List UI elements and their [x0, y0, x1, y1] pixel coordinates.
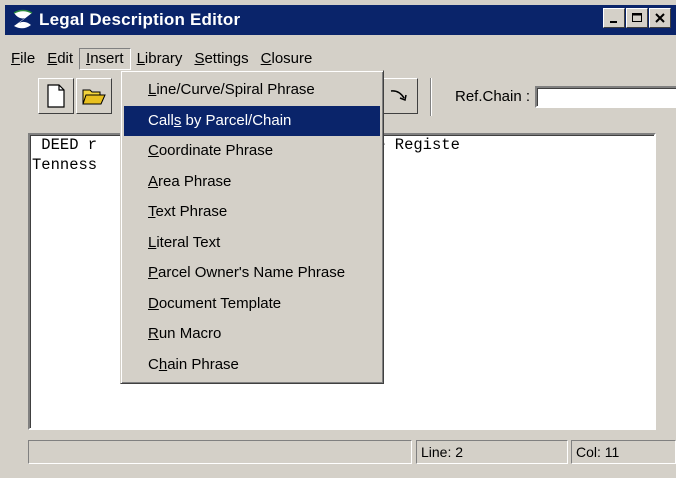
menu-item-line-curve-spiral-phrase[interactable]: Line/Curve/Spiral Phrase [124, 75, 380, 106]
app-logo-icon [9, 7, 37, 33]
open-folder-icon [82, 89, 106, 105]
close-icon [655, 13, 665, 23]
maximize-icon [632, 13, 642, 22]
menu-item-area-phrase[interactable]: Area Phrase [124, 167, 380, 198]
minimize-button[interactable] [603, 8, 625, 28]
menu-file[interactable]: File [5, 48, 41, 70]
menu-bar: File Edit Insert Library Settings Closur… [5, 47, 318, 71]
refchain-input[interactable] [535, 86, 676, 108]
title-bar[interactable]: Legal Description Editor [5, 5, 676, 35]
menu-item-text-phrase[interactable]: Text Phrase [124, 197, 380, 228]
menu-item-parcel-owners-name-phrase[interactable]: Parcel Owner's Name Phrase [124, 258, 380, 289]
maximize-button[interactable] [626, 8, 648, 28]
menu-insert[interactable]: Insert [79, 48, 131, 70]
status-line: Line: 2 [416, 440, 568, 464]
new-document-icon [47, 84, 65, 108]
menu-item-literal-text[interactable]: Literal Text [124, 228, 380, 259]
window-title: Legal Description Editor [39, 10, 241, 29]
menu-library[interactable]: Library [131, 48, 189, 70]
menu-edit[interactable]: Edit [41, 48, 79, 70]
menu-item-chain-phrase[interactable]: Chain Phrase [124, 350, 380, 381]
menu-item-coordinate-phrase[interactable]: Coordinate Phrase [124, 136, 380, 167]
status-bar: Line: 2 Col: 11 [28, 440, 676, 466]
status-message [28, 440, 412, 464]
menu-item-calls-by-parcel-chain[interactable]: Calls by Parcel/Chain [124, 105, 380, 136]
menu-item-document-template[interactable]: Document Template [124, 289, 380, 320]
refchain-label: Ref.Chain : [455, 88, 531, 105]
curve-arrow-icon [390, 90, 407, 102]
menu-closure[interactable]: Closure [255, 48, 319, 70]
insert-menu-dropdown: Line/Curve/Spiral Phrase Calls by Parcel… [120, 70, 384, 384]
close-button[interactable] [649, 8, 671, 28]
minimize-icon [610, 21, 617, 23]
vertical-scrollbar[interactable] [656, 133, 676, 430]
open-folder-button[interactable] [76, 78, 112, 114]
app-window: Legal Description Editor File Edit Inser… [0, 0, 676, 478]
status-col: Col: 11 [571, 440, 676, 464]
toolbar-separator [430, 78, 432, 116]
new-document-button[interactable] [38, 78, 74, 114]
window-controls [603, 8, 671, 28]
menu-item-run-macro[interactable]: Run Macro [124, 319, 380, 350]
next-curve-button[interactable] [382, 78, 418, 114]
menu-settings[interactable]: Settings [188, 48, 254, 70]
